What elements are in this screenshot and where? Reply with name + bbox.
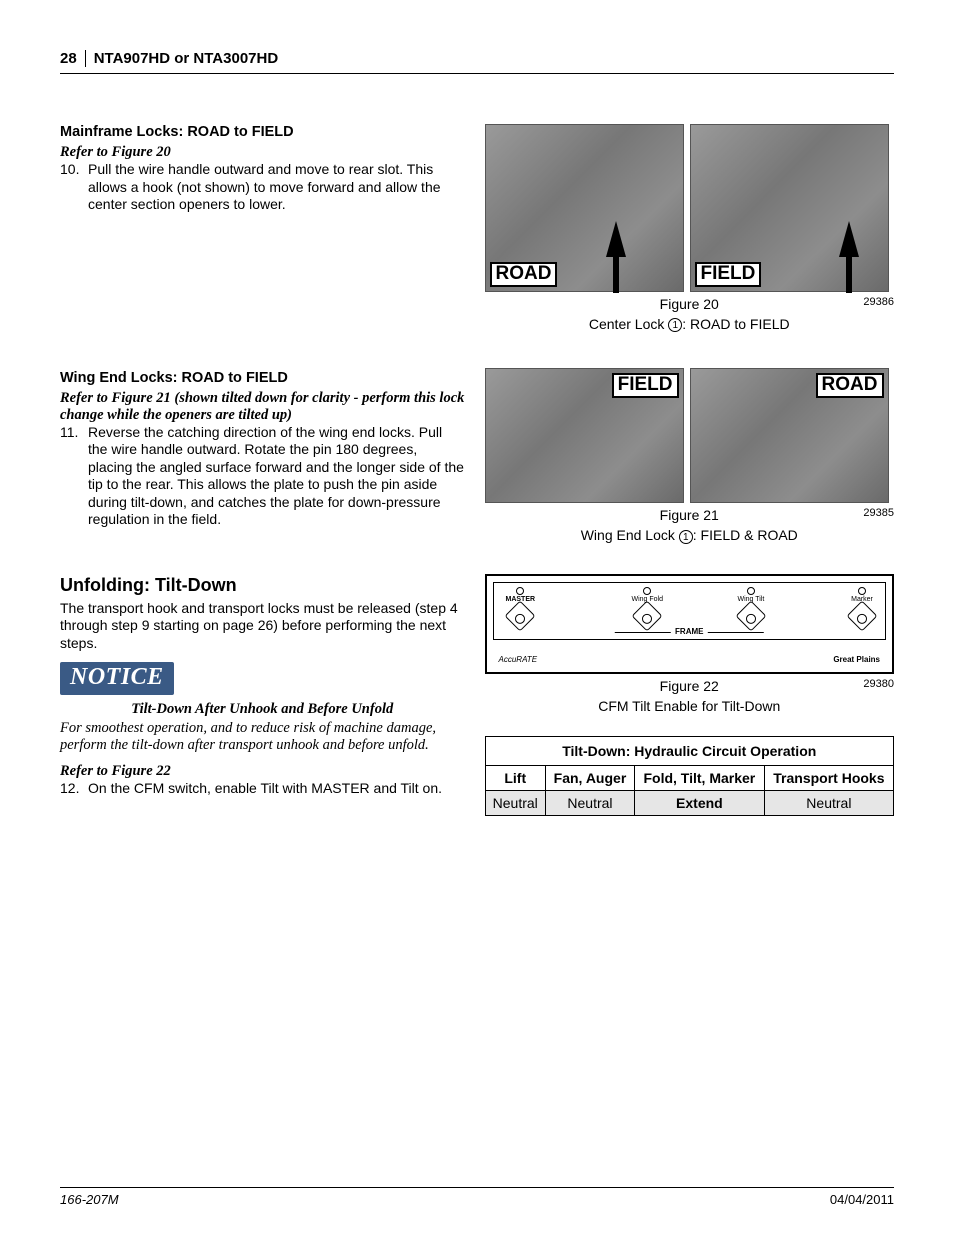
table-cell: Extend [635, 790, 765, 815]
step-number: 12. [60, 780, 88, 798]
wingend-refer: Refer to Figure 21 (shown tilted down fo… [60, 390, 465, 424]
notice-body: For smoothest operation, and to reduce r… [60, 720, 465, 755]
step-text: On the CFM switch, enable Tilt with MAST… [88, 780, 465, 798]
right-column: ROAD FIELD Figure 20 29386 Center Lock 1:… [485, 124, 895, 816]
arrow-up-icon [839, 221, 859, 257]
model-name: NTA907HD or NTA3007HD [94, 50, 279, 67]
circled-number-icon: 1 [668, 318, 682, 332]
hydraulic-table: Tilt-Down: Hydraulic Circuit Operation L… [485, 736, 895, 816]
figure-number: Figure 20 [660, 296, 719, 312]
page-header: 28 NTA907HD or NTA3007HD [60, 50, 894, 74]
step-number: 11. [60, 424, 88, 529]
switch-master: MASTER [506, 587, 536, 627]
road-label: ROAD [816, 373, 884, 398]
knob-icon [632, 600, 663, 631]
caption-prefix: Center Lock [589, 316, 668, 332]
caption-prefix: Wing End Lock [581, 527, 679, 543]
field-label: FIELD [612, 373, 679, 398]
left-column: Mainframe Locks: ROAD to FIELD Refer to … [60, 124, 465, 816]
table-title: Tilt-Down: Hydraulic Circuit Operation [485, 736, 894, 765]
step-12: 12. On the CFM switch, enable Tilt with … [60, 780, 465, 798]
footer-date: 04/04/2011 [830, 1192, 894, 1207]
figure-21-photo-field: FIELD [485, 368, 684, 503]
caption-text: CFM Tilt Enable for Tilt-Down [485, 698, 895, 714]
unfolding-heading: Unfolding: Tilt-Down [60, 575, 465, 596]
notice-title: Tilt-Down After Unhook and Before Unfold [60, 701, 465, 718]
field-label: FIELD [695, 262, 762, 287]
wingend-heading: Wing End Locks: ROAD to FIELD [60, 370, 465, 386]
table-cell: Neutral [545, 790, 634, 815]
switch-wing-fold: Wing Fold [632, 587, 664, 627]
frame-label: FRAME [675, 627, 703, 636]
figure-20-images: ROAD FIELD [485, 124, 895, 292]
figure-id: 29380 [863, 678, 894, 690]
figure-21-caption: Figure 21 29385 Wing End Lock 1: FIELD & … [485, 507, 895, 543]
table-header: Fan, Auger [545, 765, 634, 790]
table-header: Transport Hooks [764, 765, 893, 790]
step-text: Pull the wire handle outward and move to… [88, 161, 465, 214]
mainframe-refer: Refer to Figure 20 [60, 144, 465, 161]
circled-number-icon: 1 [679, 530, 693, 544]
brand-right: Great Plains [833, 655, 880, 664]
road-label: ROAD [490, 262, 558, 287]
knob-icon [505, 600, 536, 631]
caption-suffix: : ROAD to FIELD [682, 316, 789, 332]
figure-number: Figure 22 [660, 678, 719, 694]
knob-icon [846, 600, 877, 631]
table-cell: Neutral [764, 790, 893, 815]
notice-badge: NOTICE [60, 662, 174, 695]
table-row: Neutral Neutral Extend Neutral [485, 790, 894, 815]
unfolding-refer: Refer to Figure 22 [60, 763, 465, 780]
table-header: Lift [485, 765, 545, 790]
table-header: Fold, Tilt, Marker [635, 765, 765, 790]
step-text: Reverse the catching direction of the wi… [88, 424, 465, 529]
figure-20-caption: Figure 20 29386 Center Lock 1: ROAD to FI… [485, 296, 895, 332]
figure-22-diagram: MASTER Wing Fold Wing Tilt [485, 574, 895, 674]
table-cell: Neutral [485, 790, 545, 815]
figure-20-photo-field: FIELD [690, 124, 889, 292]
footer-doc-id: 166-207M [60, 1192, 119, 1207]
page-number: 28 [60, 50, 86, 67]
figure-id: 29386 [863, 296, 894, 308]
knob-icon [735, 600, 766, 631]
figure-20-photo-road: ROAD [485, 124, 684, 292]
caption-suffix: : FIELD & ROAD [693, 527, 798, 543]
switch-wing-tilt: Wing Tilt [738, 587, 765, 627]
mainframe-heading: Mainframe Locks: ROAD to FIELD [60, 124, 465, 140]
switch-marker: Marker [851, 587, 873, 627]
figure-21-photo-road: ROAD [690, 368, 889, 503]
step-10: 10. Pull the wire handle outward and mov… [60, 161, 465, 214]
page-footer: 166-207M 04/04/2011 [60, 1187, 894, 1207]
figure-id: 29385 [863, 507, 894, 519]
figure-number: Figure 21 [660, 507, 719, 523]
step-11: 11. Reverse the catching direction of th… [60, 424, 465, 529]
step-number: 10. [60, 161, 88, 214]
figure-21-images: FIELD ROAD [485, 368, 895, 503]
brand-left: AccuRATE [499, 655, 538, 664]
unfolding-body: The transport hook and transport locks m… [60, 600, 465, 653]
figure-22-caption: Figure 22 29380 CFM Tilt Enable for Tilt-… [485, 678, 895, 714]
arrow-up-icon [606, 221, 626, 257]
